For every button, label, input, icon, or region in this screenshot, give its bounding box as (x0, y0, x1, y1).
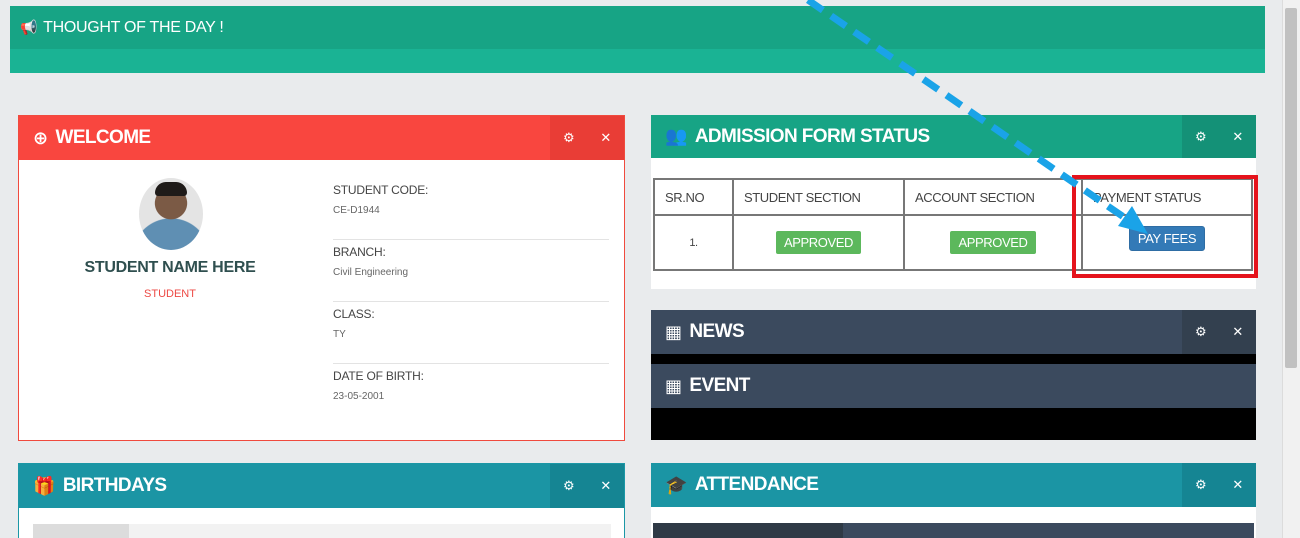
info-value: 23-05-2001 (333, 391, 385, 402)
gear-icon[interactable]: ⚙ (1182, 463, 1219, 507)
welcome-header: ⊕ WELCOME ⚙ ✕ (19, 116, 624, 160)
info-date-of-birth: DATE OF BIRTH: 23-05-2001 (333, 364, 609, 426)
users-icon: 👥 (665, 126, 687, 146)
birthdays-panel: 🎁 BIRTHDAYS ⚙ ✕ (18, 463, 625, 538)
gear-icon[interactable]: ⚙ (550, 116, 587, 160)
col-sr-no: SR.NO (653, 178, 734, 216)
birthdays-title: BIRTHDAYS (62, 475, 167, 496)
thought-of-the-day-banner: 📢 THOUGHT OF THE DAY ! (10, 6, 1265, 73)
grid-icon: ▦ (665, 321, 682, 342)
close-icon[interactable]: ✕ (587, 464, 624, 508)
approved-badge: APPROVED (950, 231, 1036, 254)
info-value: TY (333, 329, 346, 340)
attendance-header: 🎓 ATTENDANCE ⚙ ✕ (651, 463, 1256, 507)
megaphone-icon: 📢 (20, 19, 38, 35)
approved-badge: APPROVED (775, 231, 862, 254)
attendance-title: ATTENDANCE (694, 474, 819, 495)
gear-icon[interactable]: ⚙ (550, 464, 587, 508)
lifebuoy-icon: ⊕ (33, 127, 48, 148)
col-account-section: ACCOUNT SECTION (903, 178, 1083, 216)
close-icon[interactable]: ✕ (587, 116, 624, 160)
cell-student-section: APPROVED (732, 214, 905, 271)
news-header: ▦ NEWS ⚙ ✕ (651, 310, 1256, 354)
student-role: STUDENT (144, 288, 196, 300)
cell-sr: 1. (653, 214, 734, 271)
thought-header: 📢 THOUGHT OF THE DAY ! (10, 6, 1265, 49)
event-header: ▦ EVENT (651, 364, 1256, 408)
col-student-section: STUDENT SECTION (732, 178, 905, 216)
event-title: EVENT (689, 375, 750, 396)
info-label: CLASS: (333, 307, 375, 321)
attendance-tab[interactable] (843, 523, 1254, 538)
birthdays-tab (33, 524, 129, 538)
info-student-code: STUDENT CODE: CE-D1944 (333, 178, 609, 240)
gift-icon: 🎁 (33, 475, 55, 496)
info-label: STUDENT CODE: (333, 183, 429, 197)
info-branch: BRANCH: Civil Engineering (333, 240, 609, 302)
highlight-box (1072, 175, 1258, 278)
admission-title: ADMISSION FORM STATUS (694, 125, 930, 147)
graduation-cap-icon: 🎓 (665, 474, 687, 495)
close-icon[interactable]: ✕ (1219, 310, 1256, 354)
news-title: NEWS (689, 321, 745, 342)
info-label: BRANCH: (333, 245, 386, 259)
avatar (139, 178, 203, 250)
gear-icon[interactable]: ⚙ (1182, 310, 1219, 354)
welcome-title: WELCOME (55, 127, 151, 148)
welcome-panel: ⊕ WELCOME ⚙ ✕ STUDENT NAME HERE STUDENT … (18, 115, 625, 441)
attendance-panel: 🎓 ATTENDANCE ⚙ ✕ (651, 463, 1256, 538)
birthdays-header: 🎁 BIRTHDAYS ⚙ ✕ (19, 464, 624, 508)
close-icon[interactable]: ✕ (1219, 463, 1256, 507)
admission-header: 👥 ADMISSION FORM STATUS ⚙ ✕ (651, 115, 1256, 158)
gear-icon[interactable]: ⚙ (1182, 115, 1219, 158)
info-class: CLASS: TY (333, 302, 609, 364)
info-value: CE-D1944 (333, 205, 380, 216)
thought-title: THOUGHT OF THE DAY ! (43, 18, 224, 36)
attendance-tab-active[interactable] (653, 523, 843, 538)
info-label: DATE OF BIRTH: (333, 369, 424, 383)
student-name: STUDENT NAME HERE (84, 259, 256, 276)
close-icon[interactable]: ✕ (1219, 115, 1256, 158)
cell-account-section: APPROVED (903, 214, 1083, 271)
scrollbar-thumb[interactable] (1285, 8, 1297, 368)
info-value: Civil Engineering (333, 267, 409, 278)
grid-icon: ▦ (665, 375, 682, 396)
news-event-panel: ▦ NEWS ⚙ ✕ ▦ EVENT (651, 310, 1256, 440)
